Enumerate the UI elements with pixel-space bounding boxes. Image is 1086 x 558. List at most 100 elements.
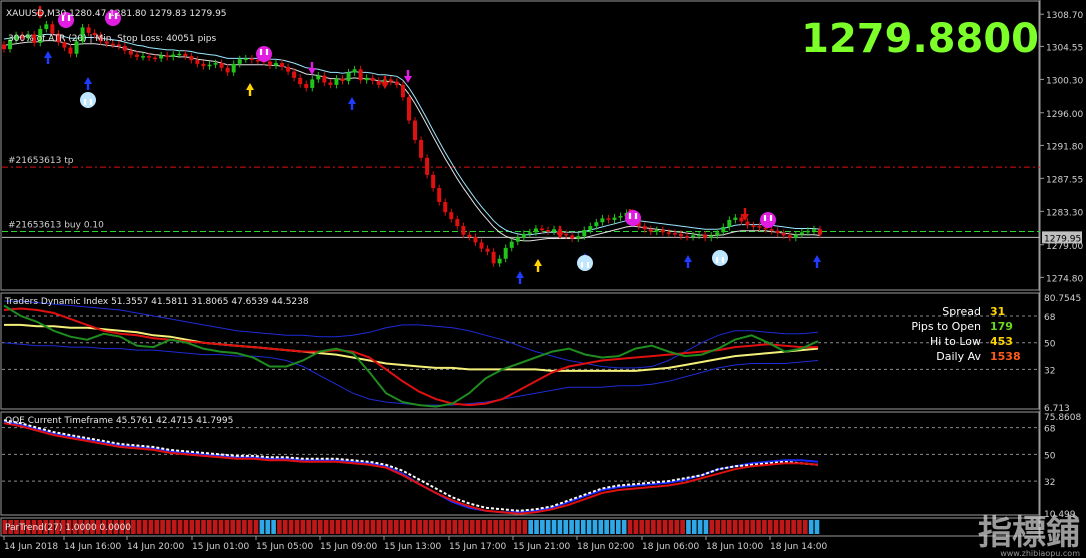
stat-label: Spread [942, 305, 981, 318]
partrend-bar [277, 520, 282, 534]
stat-label: Pips to Open [911, 320, 981, 333]
candle-body [267, 61, 272, 66]
candle-body [533, 228, 538, 233]
partrend-bar [142, 520, 148, 534]
partrend-bar [440, 520, 446, 534]
partrend-bar [265, 520, 271, 534]
partrend-bar [621, 520, 627, 534]
partrend-bar [645, 520, 650, 534]
partrend-bar [469, 520, 475, 534]
partrend-bar [347, 520, 352, 534]
price-tick-label: 1274.80 [1046, 274, 1083, 284]
partrend-bar [189, 520, 195, 534]
price-tick-label: 1287.55 [1046, 175, 1083, 185]
candle-body [358, 69, 363, 81]
partrend-bar [242, 520, 247, 534]
partrend-bar [767, 520, 773, 534]
candle-body [141, 56, 146, 58]
partrend-bar [668, 520, 674, 534]
candle-body [334, 78, 339, 85]
partrend-bar [458, 520, 463, 534]
candle-body [666, 232, 671, 234]
candle-body [364, 77, 369, 81]
partrend-bar [551, 520, 557, 534]
partrend-bar [487, 520, 493, 534]
sell-arrow-icon [404, 70, 412, 83]
candle-body [431, 174, 436, 189]
partrend-bar [171, 520, 177, 534]
partrend-bar [814, 520, 820, 534]
candle-body [86, 27, 91, 33]
buy-arrow-icon [246, 83, 254, 96]
partrend-bar [166, 520, 171, 534]
candle-body [811, 229, 816, 231]
horseshoe-icon [760, 212, 776, 228]
partrend-bar [651, 520, 656, 534]
partrend-bar [627, 520, 633, 534]
horseshoe-circle [80, 92, 96, 108]
atr-info: 300% of ATR (20) | Min. Stop Loss: 40051… [8, 34, 216, 44]
candle-body [648, 229, 653, 232]
partrend-bar [773, 520, 779, 534]
stat-value: 179 [990, 320, 1013, 333]
partrend-bar [177, 520, 183, 534]
time-label: 15 Jun 05:00 [256, 542, 313, 552]
horseshoe-icon [625, 210, 641, 226]
candle-body [678, 233, 683, 237]
candle-body [467, 234, 472, 237]
pane-frame [0, 292, 1040, 410]
candle-body [195, 59, 200, 64]
sell-arrow-icon [381, 76, 389, 89]
candle-body [310, 79, 315, 88]
partrend-bar [405, 520, 411, 534]
candle-body [745, 221, 750, 226]
candle-body [243, 58, 248, 60]
partrend-bar [318, 520, 323, 534]
candle-body [2, 44, 6, 50]
buy-arrow-icon [516, 271, 524, 284]
candle-body [171, 54, 176, 57]
candle-body [225, 67, 230, 73]
partrend-bar [779, 520, 785, 534]
partrend-bar [201, 520, 206, 534]
trading-chart[interactable]: 1308.70 1304.55 1300.30 1296.00 1291.80 1287.… [0, 0, 1086, 558]
time-label: 15 Jun 09:00 [320, 542, 377, 552]
candle-body [715, 232, 720, 236]
partrend-bar [131, 520, 136, 534]
candle-body [376, 80, 381, 85]
candle-body [733, 217, 738, 220]
candle-body [159, 55, 164, 59]
partrend-bar [370, 520, 376, 534]
horseshoe-icon [712, 250, 728, 266]
candle-body [642, 226, 647, 230]
candle-body [183, 53, 188, 57]
watermark-text: 指標鋪 [978, 513, 1080, 553]
candle-body [201, 63, 206, 67]
candle-body [128, 50, 133, 55]
partrend-bar [253, 520, 259, 534]
partrend-bar [791, 520, 796, 534]
partrend-bar [721, 520, 726, 534]
partrend-bar [639, 520, 645, 534]
partrend-bar [323, 520, 329, 534]
time-label: 15 Jun 01:00 [192, 542, 249, 552]
partrend-bar [802, 520, 808, 534]
partrend-bar [481, 520, 487, 534]
candle-body [443, 202, 448, 213]
time-label: 18 Jun 06:00 [642, 542, 699, 552]
candle-body [709, 235, 714, 238]
buy-arrow-icon [684, 255, 692, 268]
partrend-bar [750, 520, 756, 534]
horseshoe-icon [80, 92, 96, 108]
partrend-bar [580, 520, 586, 534]
stat-label: Hi to Low [930, 335, 981, 348]
partrend-bar [762, 520, 767, 534]
candle-body [606, 218, 611, 220]
partrend-bar [563, 520, 569, 534]
candle-body [400, 84, 405, 98]
candle-body [491, 251, 496, 264]
partrend-bar [475, 520, 481, 534]
candle-body [691, 235, 696, 237]
candle-body [818, 229, 822, 235]
partrend-bar [452, 520, 458, 534]
